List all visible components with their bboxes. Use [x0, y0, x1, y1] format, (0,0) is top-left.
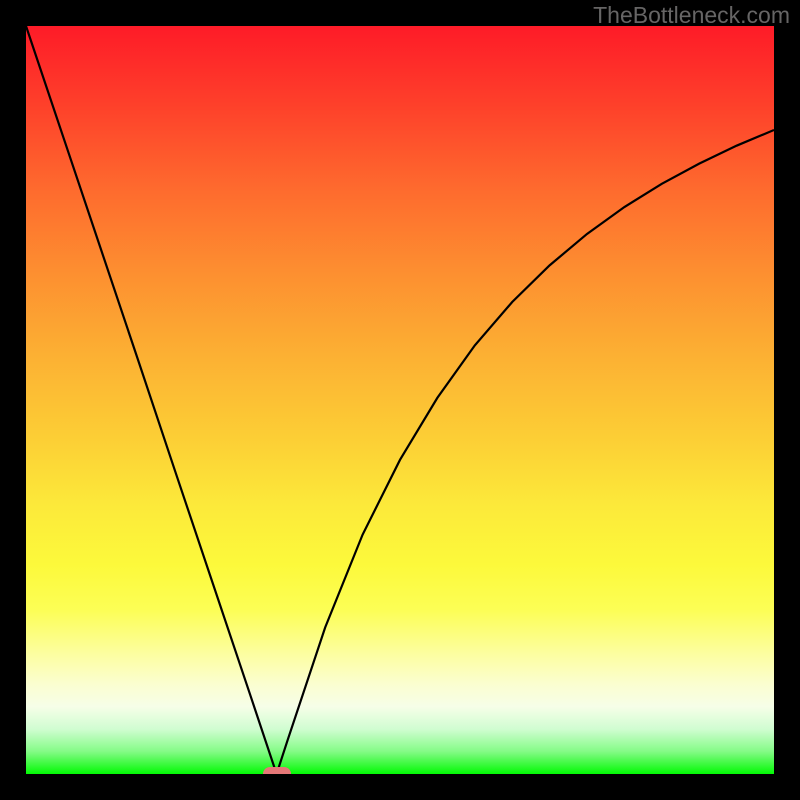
watermark-text: TheBottleneck.com — [593, 2, 790, 29]
chart-frame: TheBottleneck.com — [0, 0, 800, 800]
plot-area — [26, 26, 774, 774]
optimal-point-marker — [263, 767, 291, 774]
bottleneck-curve — [26, 26, 774, 774]
